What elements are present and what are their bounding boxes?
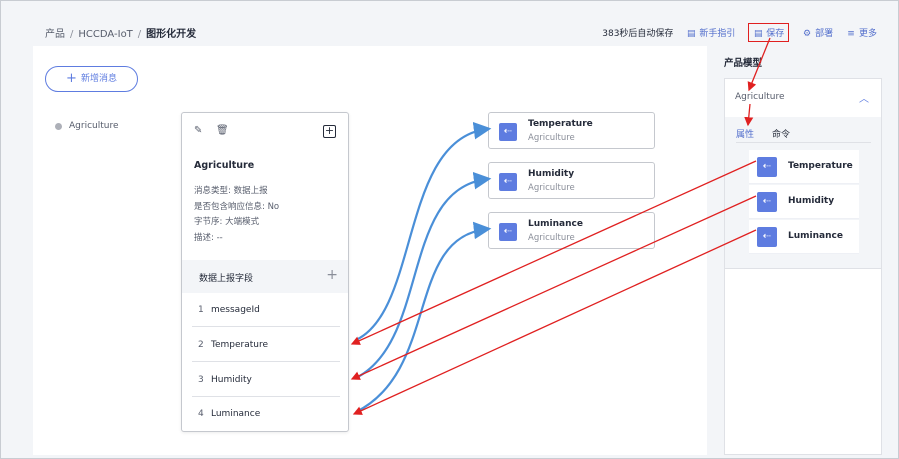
field-row[interactable]: 3 Humidity: [192, 363, 340, 397]
mapped-property-name: Humidity: [528, 169, 575, 179]
message-status-dot: [55, 123, 62, 130]
property-icon: ⇠: [757, 192, 777, 212]
toolbar-actions: 383秒后自动保存 ▤ 新手指引 ▤ 保存 ⚙ 部署 ≡ 更多: [602, 23, 885, 42]
message-card-info: 消息类型: 数据上报 是否包含响应信息: No 字节序: 大端模式 描述: --: [194, 184, 279, 246]
guide-button[interactable]: ▤ 新手指引: [686, 26, 735, 39]
field-index: 3: [198, 375, 204, 385]
tab-commands[interactable]: 命令: [772, 127, 790, 140]
service-name[interactable]: Agriculture: [735, 92, 785, 102]
message-has-response: 是否包含响应信息: No: [194, 201, 280, 212]
field-row[interactable]: 2 Temperature: [192, 328, 340, 362]
add-message-button[interactable]: + 新增消息: [45, 66, 138, 92]
field-index: 1: [198, 305, 204, 315]
breadcrumb-product[interactable]: 产品: [45, 29, 65, 40]
field-row[interactable]: 1 messageId: [192, 293, 340, 327]
gear-icon: ⚙: [803, 29, 812, 39]
document-icon: ▤: [753, 29, 763, 39]
edit-icon[interactable]: ✎: [194, 125, 202, 136]
mapped-property-name: Luminance: [528, 219, 583, 229]
tab-properties[interactable]: 属性: [736, 127, 754, 140]
more-button[interactable]: ≡ 更多: [846, 26, 877, 39]
mapped-property-card[interactable]: ⇠ Temperature Agriculture: [488, 112, 655, 149]
design-canvas: + 新增消息 Agriculture ✎ 🗑 + Agriculture 消息类型…: [33, 46, 707, 455]
mapped-property-name: Temperature: [528, 119, 593, 129]
model-property-item[interactable]: ⇠ Humidity: [749, 185, 859, 219]
property-icon: ⇠: [499, 173, 517, 191]
message-list-item[interactable]: Agriculture: [69, 121, 119, 131]
mapped-property-card[interactable]: ⇠ Luminance Agriculture: [488, 212, 655, 249]
property-icon: ⇠: [757, 227, 777, 247]
property-icon: ⇠: [757, 157, 777, 177]
message-description: 描述: --: [194, 232, 223, 243]
breadcrumb-separator: /: [70, 29, 74, 40]
breadcrumb-project[interactable]: HCCDA-IoT: [78, 29, 132, 40]
list-icon: ≡: [847, 29, 855, 39]
field-index: 2: [198, 340, 204, 350]
message-type: 消息类型: 数据上报: [194, 186, 268, 196]
property-tabs-area: 属性 命令 ⇠ Temperature ⇠ Humidity ⇠ Luminance: [725, 117, 881, 269]
product-model-title: 产品模型: [724, 58, 763, 69]
deploy-label: 部署: [815, 29, 834, 39]
breadcrumb-separator: /: [137, 29, 142, 40]
model-property-name: Humidity: [788, 196, 835, 206]
top-bar: 产品 / HCCDA-IoT / 图形化开发 383秒后自动保存 ▤ 新手指引 ▤ 保存 ⚙…: [33, 14, 885, 46]
property-icon: ⇠: [499, 223, 517, 241]
add-field-icon[interactable]: +: [323, 125, 336, 138]
model-property-item[interactable]: ⇠ Temperature: [749, 150, 859, 184]
mapped-property-service: Agriculture: [528, 133, 575, 143]
deploy-button[interactable]: ⚙ 部署: [802, 26, 833, 39]
tab-divider: [736, 142, 871, 143]
mapped-property-service: Agriculture: [528, 233, 575, 243]
message-byte-order: 字节序: 大端模式: [194, 217, 260, 227]
property-icon: ⇠: [499, 123, 517, 141]
field-index: 4: [198, 409, 204, 419]
chevron-up-icon[interactable]: ︿: [859, 90, 869, 105]
breadcrumb: 产品 / HCCDA-IoT / 图形化开发: [45, 25, 196, 40]
breadcrumb-current: 图形化开发: [146, 29, 197, 40]
plus-icon: +: [66, 71, 77, 86]
fields-header: 数据上报字段 +: [182, 260, 348, 293]
fields-header-label: 数据上报字段: [199, 274, 254, 284]
field-name: Luminance: [211, 409, 261, 419]
field-name: messageId: [211, 305, 260, 315]
model-property-item[interactable]: ⇠ Luminance: [749, 220, 859, 254]
message-card-title: Agriculture: [194, 160, 255, 171]
field-name: Humidity: [211, 375, 252, 385]
mapped-property-card[interactable]: ⇠ Humidity Agriculture: [488, 162, 655, 199]
mapped-property-service: Agriculture: [528, 183, 575, 193]
product-model-panel: 产品模型 Agriculture ︿ 属性 命令 ⇠ Temperature ⇠ H…: [713, 46, 885, 455]
document-icon: ▤: [687, 29, 696, 39]
model-property-name: Temperature: [788, 161, 853, 171]
delete-icon[interactable]: 🗑: [216, 125, 229, 136]
more-label: 更多: [858, 29, 877, 39]
field-name: Temperature: [211, 340, 269, 350]
save-button[interactable]: ▤ 保存: [748, 23, 790, 42]
message-card: ✎ 🗑 + Agriculture 消息类型: 数据上报 是否包含响应信息: N…: [181, 112, 349, 432]
save-label: 保存: [766, 29, 785, 39]
autosave-status: 383秒后自动保存: [602, 29, 674, 39]
field-row[interactable]: 4 Luminance: [192, 397, 340, 431]
product-model-box: Agriculture ︿ 属性 命令 ⇠ Temperature ⇠ Humidi…: [724, 78, 882, 455]
add-message-label: 新增消息: [80, 74, 117, 84]
add-field-plus-icon[interactable]: +: [326, 267, 338, 283]
model-property-name: Luminance: [788, 231, 843, 241]
guide-label: 新手指引: [699, 29, 736, 39]
